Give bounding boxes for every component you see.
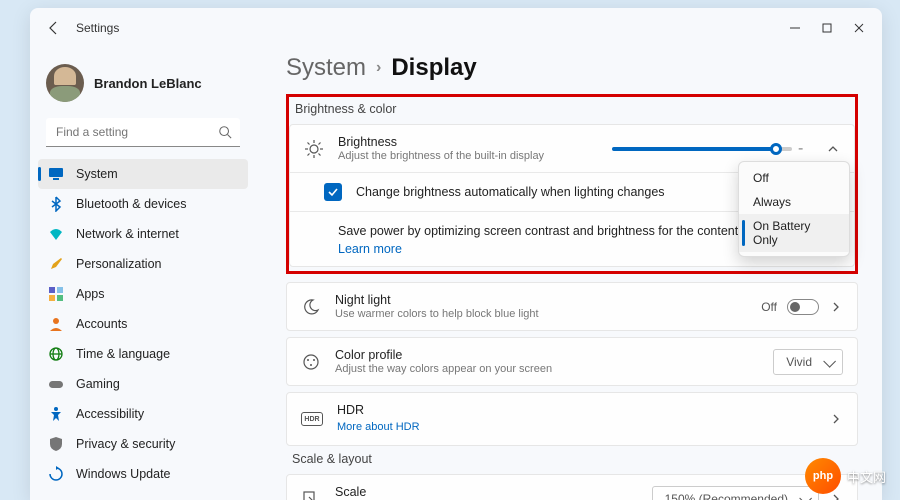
main-content: System › Display Brightness & color Brig…: [252, 48, 882, 500]
palette-icon: [301, 352, 321, 372]
nav-label: Windows Update: [76, 467, 171, 481]
search-input[interactable]: [46, 118, 240, 147]
nav-label: Accounts: [76, 317, 127, 331]
sidebar-item-bluetooth[interactable]: Bluetooth & devices: [38, 189, 248, 219]
gamepad-icon: [48, 376, 64, 392]
scale-row[interactable]: Scale Change the size of text, apps, and…: [287, 475, 857, 500]
watermark-badge: php: [805, 458, 841, 494]
nav-label: System: [76, 167, 118, 181]
color-profile-card: Color profile Adjust the way colors appe…: [286, 337, 858, 386]
profile-name: Brandon LeBlanc: [94, 76, 202, 91]
checkbox-checked-icon[interactable]: [324, 183, 342, 201]
nav-list: System Bluetooth & devices Network & inter…: [38, 159, 248, 489]
watermark: php 中文网: [805, 458, 886, 494]
nav-label: Time & language: [76, 347, 170, 361]
brightness-slider[interactable]: -: [612, 140, 812, 158]
night-light-title: Night light: [335, 293, 747, 307]
back-button[interactable]: [46, 20, 62, 36]
chevron-right-icon[interactable]: [829, 412, 843, 426]
color-profile-title: Color profile: [335, 348, 759, 362]
night-light-row[interactable]: Night light Use warmer colors to help bl…: [287, 283, 857, 330]
hdr-title: HDR: [337, 403, 815, 417]
breadcrumb: System › Display: [286, 54, 858, 82]
apps-icon: [48, 286, 64, 302]
night-light-sub: Use warmer colors to help block blue lig…: [335, 308, 747, 320]
profile-block[interactable]: Brandon LeBlanc: [38, 58, 248, 116]
sun-icon: [304, 139, 324, 159]
globe-icon: [48, 346, 64, 362]
maximize-button[interactable]: [820, 21, 834, 35]
sidebar: Brandon LeBlanc System Bluetooth & device…: [30, 48, 252, 500]
chevron-up-icon[interactable]: [826, 142, 840, 156]
sidebar-item-system[interactable]: System: [38, 159, 248, 189]
search-box: [46, 118, 240, 147]
breadcrumb-current: Display: [391, 54, 476, 82]
scale-icon: [301, 489, 321, 500]
scale-card: Scale Change the size of text, apps, and…: [286, 474, 858, 500]
scale-title: Scale: [335, 485, 638, 499]
nav-label: Network & internet: [76, 227, 179, 241]
search-icon: [218, 125, 232, 139]
wifi-icon: [48, 226, 64, 242]
night-light-card: Night light Use warmer colors to help bl…: [286, 282, 858, 331]
brush-icon: [48, 256, 64, 272]
close-button[interactable]: [852, 21, 866, 35]
hdr-card: HDR HDR More about HDR: [286, 392, 858, 446]
color-profile-select[interactable]: Vivid: [773, 349, 843, 375]
color-profile-sub: Adjust the way colors appear on your scr…: [335, 363, 759, 375]
moon-icon: [301, 297, 321, 317]
dropdown-item[interactable]: Off: [739, 166, 849, 190]
accessibility-icon: [48, 406, 64, 422]
night-light-value: Off: [761, 300, 777, 314]
dropdown-item[interactable]: Always: [739, 190, 849, 214]
powersave-text: Save power by optimizing screen contrast…: [338, 224, 778, 238]
sidebar-item-network[interactable]: Network & internet: [38, 219, 248, 249]
nav-label: Gaming: [76, 377, 120, 391]
watermark-text: 中文网: [847, 467, 886, 486]
brightness-dropdown: OffAlwaysOn Battery Only: [738, 161, 850, 257]
nav-label: Accessibility: [76, 407, 144, 421]
scale-select[interactable]: 150% (Recommended): [652, 486, 819, 500]
avatar: [46, 64, 84, 102]
auto-brightness-label: Change brightness automatically when lig…: [356, 185, 665, 199]
nav-label: Apps: [76, 287, 105, 301]
section-label-scale: Scale & layout: [292, 452, 858, 466]
sidebar-item-personalization[interactable]: Personalization: [38, 249, 248, 279]
brightness-row[interactable]: Brightness Adjust the brightness of the …: [290, 125, 854, 172]
nav-label: Bluetooth & devices: [76, 197, 187, 211]
hdr-link[interactable]: More about HDR: [337, 421, 420, 433]
chevron-right-icon: ›: [376, 59, 381, 77]
settings-window: Settings Brandon LeBlanc System Bluetooth…: [30, 8, 882, 500]
breadcrumb-parent[interactable]: System: [286, 54, 366, 82]
sidebar-item-time[interactable]: Time & language: [38, 339, 248, 369]
brightness-card-group: Brightness Adjust the brightness of the …: [289, 124, 855, 267]
monitor-icon: [48, 166, 64, 182]
sidebar-item-accounts[interactable]: Accounts: [38, 309, 248, 339]
hdr-icon: HDR: [301, 412, 323, 426]
nav-label: Personalization: [76, 257, 161, 271]
section-label-brightness: Brightness & color: [295, 102, 855, 116]
window-controls: [788, 21, 866, 35]
night-light-toggle[interactable]: [787, 299, 819, 315]
highlight-annotation: Brightness & color Brightness Adjust the…: [286, 94, 858, 274]
brightness-title: Brightness: [338, 135, 598, 149]
chevron-right-icon[interactable]: [829, 300, 843, 314]
minimize-button[interactable]: [788, 21, 802, 35]
sidebar-item-apps[interactable]: Apps: [38, 279, 248, 309]
sidebar-item-update[interactable]: Windows Update: [38, 459, 248, 489]
sidebar-item-accessibility[interactable]: Accessibility: [38, 399, 248, 429]
sidebar-item-gaming[interactable]: Gaming: [38, 369, 248, 399]
brightness-sub: Adjust the brightness of the built-in di…: [338, 150, 598, 162]
color-profile-row[interactable]: Color profile Adjust the way colors appe…: [287, 338, 857, 385]
titlebar: Settings: [30, 8, 882, 48]
hdr-row[interactable]: HDR HDR More about HDR: [287, 393, 857, 445]
dropdown-item[interactable]: On Battery Only: [739, 214, 849, 252]
window-title: Settings: [76, 21, 119, 35]
update-icon: [48, 466, 64, 482]
sidebar-item-privacy[interactable]: Privacy & security: [38, 429, 248, 459]
bluetooth-icon: [48, 196, 64, 212]
nav-label: Privacy & security: [76, 437, 175, 451]
person-icon: [48, 316, 64, 332]
shield-icon: [48, 436, 64, 452]
